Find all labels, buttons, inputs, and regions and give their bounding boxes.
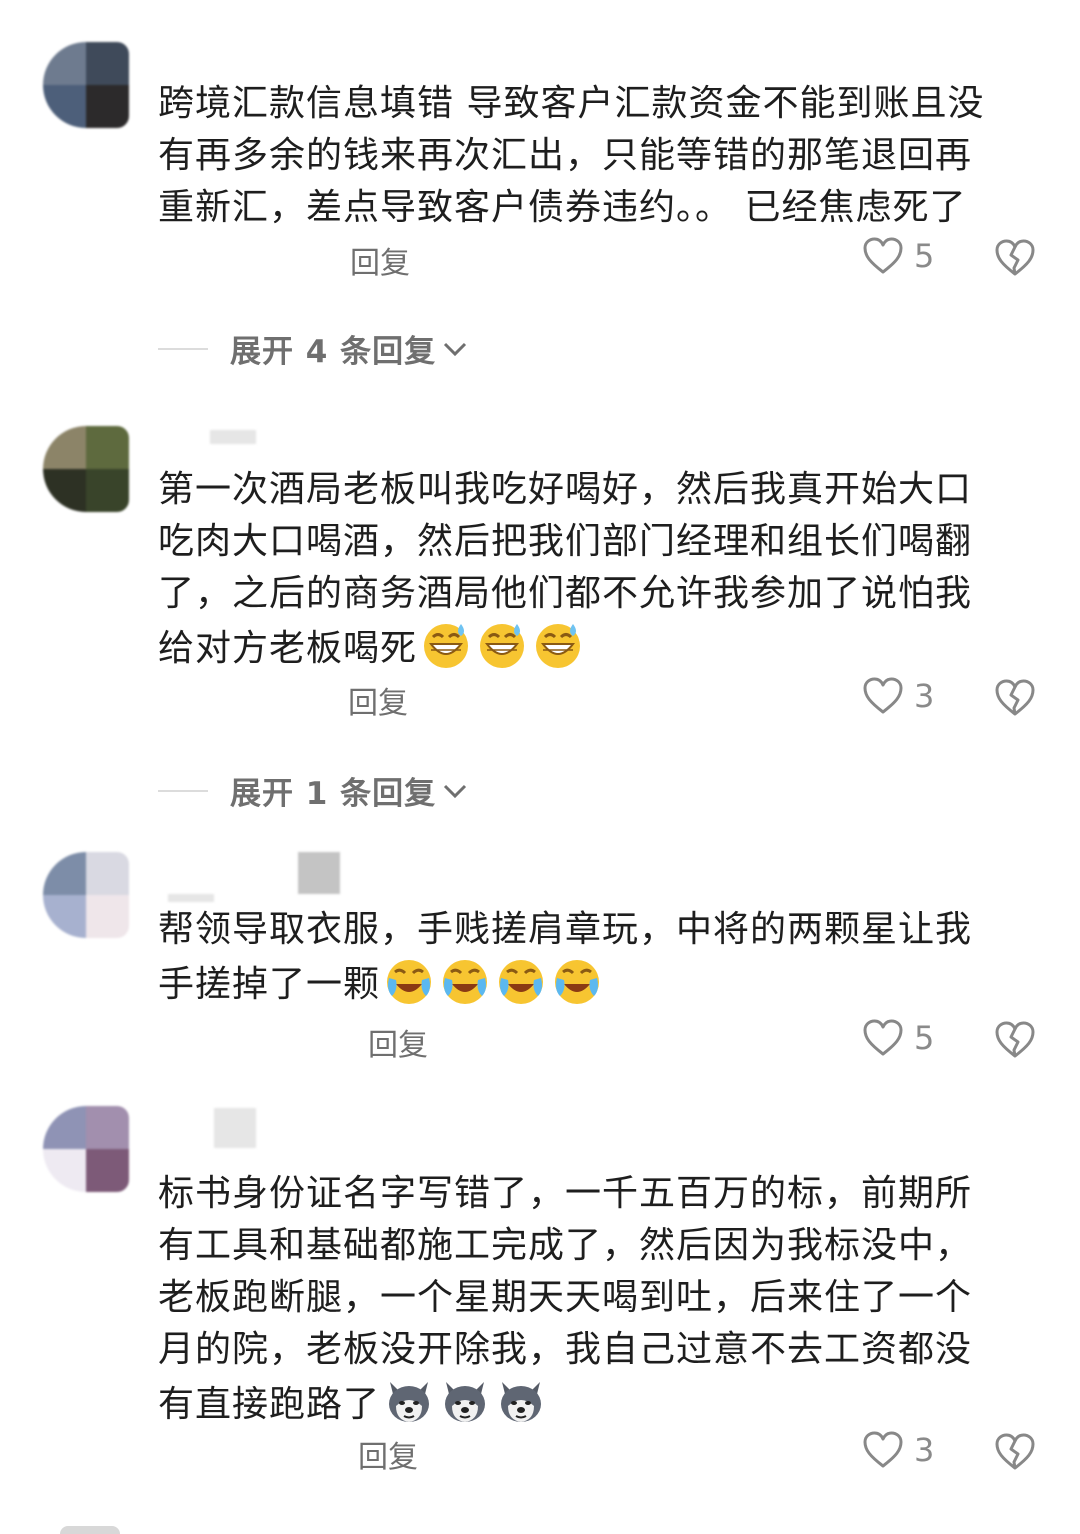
like-count: 3 <box>914 1431 935 1469</box>
dislike-button[interactable] <box>994 1020 1036 1064</box>
username-blurred <box>168 894 214 902</box>
dislike-button[interactable] <box>994 1432 1036 1476</box>
husky-emoji <box>389 1382 430 1422</box>
broken-heart-icon <box>995 1433 1035 1470</box>
username-blurred <box>214 1108 256 1148</box>
username-blurred <box>298 852 340 894</box>
grin-sweat-emoji <box>480 624 525 668</box>
laugh-cry-emoji <box>443 960 488 1004</box>
divider <box>158 789 208 792</box>
like-button[interactable]: 5 <box>862 236 934 276</box>
reply-button[interactable]: 回复 <box>348 678 408 722</box>
dislike-button[interactable] <box>994 678 1036 722</box>
grin-sweat-emoji <box>424 624 469 668</box>
like-count: 5 <box>914 237 935 275</box>
like-count: 3 <box>914 677 935 715</box>
emoji-group <box>384 956 602 1006</box>
emoji-group <box>421 620 583 670</box>
divider <box>158 347 208 350</box>
broken-heart-icon <box>995 679 1035 716</box>
laugh-cry-emoji <box>387 960 432 1004</box>
emoji-group <box>384 1376 546 1426</box>
husky-emoji <box>445 1382 486 1422</box>
laugh-cry-emoji <box>499 960 544 1004</box>
username-blurred <box>210 430 256 444</box>
expand-replies-label: 展开 1 条回复 <box>230 776 437 812</box>
dislike-button[interactable] <box>994 238 1036 282</box>
avatar[interactable] <box>43 42 129 128</box>
comment-text: 跨境汇款信息填错 导致客户汇款资金不能到账且没 有再多余的钱来再次汇出，只能等错… <box>158 83 985 228</box>
husky-emoji <box>501 1382 542 1422</box>
expand-replies-button[interactable]: 展开 1 条回复 <box>158 768 468 813</box>
reply-button[interactable]: 回复 <box>368 1020 428 1064</box>
heart-icon <box>863 1019 903 1056</box>
heart-icon <box>863 677 903 714</box>
comment-text: 第一次酒局老板叫我吃好喝好，然后我真开始大口 吃肉大口喝酒，然后把我们部门经理和… <box>158 464 1038 675</box>
laugh-cry-emoji <box>555 960 600 1004</box>
like-button[interactable]: 3 <box>862 1430 934 1470</box>
comment-text-body: 标书身份证名字写错了，一千五百万的标，前期所 有工具和基础都施工完成了，然后因为… <box>158 1173 973 1425</box>
avatar[interactable] <box>60 1526 120 1534</box>
chevron-down-icon <box>444 342 467 356</box>
heart-icon <box>863 1431 903 1468</box>
comment-text: 标书身份证名字写错了，一千五百万的标，前期所 有工具和基础都施工完成了，然后因为… <box>158 1168 1038 1431</box>
like-button[interactable]: 5 <box>862 1018 934 1058</box>
expand-replies-label: 展开 4 条回复 <box>230 334 437 370</box>
broken-heart-icon <box>995 239 1035 276</box>
like-button[interactable]: 3 <box>862 676 934 716</box>
chevron-down-icon <box>444 784 467 798</box>
avatar[interactable] <box>43 1106 129 1192</box>
broken-heart-icon <box>995 1021 1035 1058</box>
avatar[interactable] <box>43 852 129 938</box>
comment-text: 帮领导取衣服，手贱搓肩章玩，中将的两颗星让我 手搓掉了一颗 <box>158 904 1038 1011</box>
heart-icon <box>863 237 903 274</box>
reply-button[interactable]: 回复 <box>358 1432 418 1476</box>
avatar[interactable] <box>43 426 129 512</box>
expand-replies-button[interactable]: 展开 4 条回复 <box>158 326 468 371</box>
grin-sweat-emoji <box>536 624 581 668</box>
reply-button[interactable]: 回复 <box>350 238 410 282</box>
like-count: 5 <box>914 1019 935 1057</box>
